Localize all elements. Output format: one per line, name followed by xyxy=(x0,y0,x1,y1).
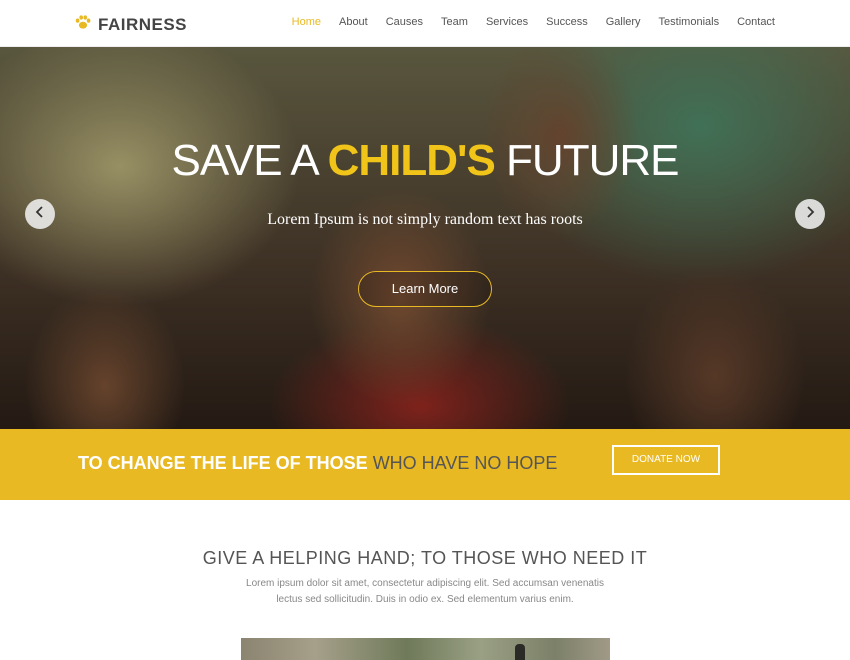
brand-name: FAIRNESS xyxy=(98,14,188,34)
nav-contact[interactable]: Contact xyxy=(737,16,775,28)
nav-causes[interactable]: Causes xyxy=(386,16,423,28)
hero-subtitle: Lorem Ipsum is not simply random text ha… xyxy=(267,211,583,228)
section-text: Lorem ipsum dolor sit amet, consectetur … xyxy=(246,578,604,605)
nav-testimonials[interactable]: Testimonials xyxy=(659,16,720,28)
chevron-left-icon xyxy=(33,205,47,224)
header: FAIRNESS Home About Causes Team Services… xyxy=(0,0,850,47)
cta-banner: TO CHANGE THE LIFE OF THOSE WHO HAVE NO … xyxy=(0,429,850,500)
logo[interactable]: FAIRNESS xyxy=(74,13,187,36)
nav-services[interactable]: Services xyxy=(486,16,528,28)
section-title: GIVE A HELPING HAND; TO THOSE WHO NEED I… xyxy=(202,548,648,568)
nav-about[interactable]: About xyxy=(339,16,368,28)
nav-home[interactable]: Home xyxy=(292,16,321,28)
learn-more-button[interactable]: Learn More xyxy=(358,271,492,307)
paw-icon xyxy=(74,13,92,36)
nav-success[interactable]: Success xyxy=(546,16,588,28)
hero-overlay xyxy=(0,46,850,429)
nav-gallery[interactable]: Gallery xyxy=(606,16,641,28)
donate-now-button[interactable]: DONATE NOW xyxy=(612,445,720,475)
slider-prev-button[interactable] xyxy=(25,199,55,229)
nav-team[interactable]: Team xyxy=(441,16,468,28)
hero-slider: SAVE A CHILD'S FUTURE Lorem Ipsum is not… xyxy=(0,46,850,429)
main-nav: Home About Causes Team Services Success … xyxy=(274,16,775,28)
hero-title-highlight: CHILD'S xyxy=(327,136,496,185)
banner-text: TO CHANGE THE LIFE OF THOSE WHO HAVE NO … xyxy=(78,453,558,473)
section-image xyxy=(241,638,610,660)
hero-title: SAVE A CHILD'S FUTURE xyxy=(171,136,680,185)
chevron-right-icon xyxy=(803,205,817,224)
slider-next-button[interactable] xyxy=(795,199,825,229)
